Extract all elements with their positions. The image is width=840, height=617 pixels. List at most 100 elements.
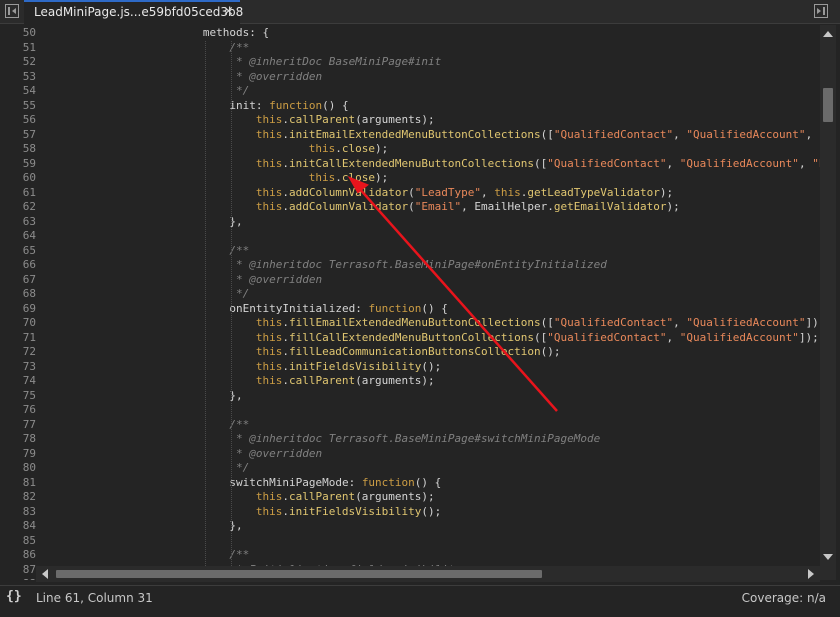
vertical-scrollbar[interactable]	[820, 25, 836, 580]
code-token: (	[408, 185, 415, 199]
line-number: 61	[22, 185, 36, 199]
code-line: * @overridden	[229, 273, 322, 288]
code-editor[interactable]: 50 51 52 53 54 55 56 57 58 59 60 61 62 63 64 65 66 67 68 69…	[0, 25, 820, 580]
line-number: 67	[22, 272, 36, 286]
code-token: function	[269, 98, 323, 112]
code-token: close	[341, 171, 376, 184]
code-token: this	[255, 127, 283, 141]
braces-icon[interactable]: {}	[6, 589, 22, 604]
line-number: 63	[22, 214, 36, 228]
line-number: 54	[22, 84, 36, 97]
line-number: 77	[22, 417, 36, 431]
code-token: .	[282, 185, 289, 199]
code-token: this	[255, 316, 283, 329]
code-token: * @overridden	[229, 272, 323, 286]
line-number: 62	[22, 200, 36, 213]
line-number: 60	[22, 171, 36, 184]
code-token: this	[255, 374, 283, 387]
line-number: 68	[22, 287, 36, 300]
code-token: ,	[805, 127, 819, 141]
code-token: * @inheritDoc BaseMiniPage#init	[229, 55, 442, 68]
code-token: addColumnValidator	[288, 200, 409, 213]
code-token: .	[282, 113, 289, 126]
code-token: this	[494, 185, 521, 199]
code-token: ,	[666, 330, 680, 344]
line-number: 59	[22, 156, 36, 170]
line-number: 53	[22, 69, 36, 83]
indent-guide	[231, 40, 233, 580]
code-line: switchMiniPageMode: function() {	[229, 476, 441, 491]
code-token: ,	[481, 185, 495, 199]
line-number: 78	[22, 432, 36, 445]
code-token: callParent	[288, 490, 356, 503]
line-number: 71	[22, 330, 36, 344]
horizontal-scroll-thumb[interactable]	[56, 570, 542, 578]
code-line: this.initEmailExtendedMenuButtonCollecti…	[256, 128, 820, 143]
code-token: .	[282, 200, 289, 213]
code-token: );	[375, 171, 389, 184]
scroll-down-icon[interactable]	[823, 554, 833, 560]
code-token: (arguments);	[355, 113, 435, 126]
code-line: this.close);	[309, 142, 389, 157]
code-token: callParent	[288, 113, 356, 126]
code-token: (	[408, 200, 415, 213]
line-number-gutter: 50 51 52 53 54 55 56 57 58 59 60 61 62 63 64 65 66 67 68 69…	[0, 25, 36, 580]
code-token: this	[308, 171, 336, 184]
code-token: (arguments);	[355, 490, 435, 503]
code-token: .	[282, 345, 289, 358]
line-number: 72	[22, 345, 36, 358]
line-number: 58	[22, 142, 36, 155]
code-token: fillLeadCommunicationButtonsCollection	[288, 345, 541, 358]
code-line: * @inheritDoc BaseMiniPage#init	[229, 55, 441, 70]
tab-bar: LeadMiniPage.js...e59bfd05ced3b8 ×	[0, 0, 840, 24]
line-number: 64	[22, 229, 36, 242]
line-number: 52	[22, 55, 36, 68]
code-token: ]);	[798, 330, 819, 344]
code-token: initEmailExtendedMenuButtonCollections	[288, 127, 541, 141]
code-token: ();	[421, 359, 442, 373]
code-token: this	[255, 156, 283, 170]
code-token: fillEmailExtendedMenuButtonCollections	[288, 316, 541, 329]
sidebar-left-toggle-icon[interactable]	[5, 4, 19, 18]
code-line: * @inheritdoc Terrasoft.BaseMiniPage#onE…	[229, 258, 607, 273]
tab-leadminipage[interactable]: LeadMiniPage.js...e59bfd05ced3b8 ×	[24, 0, 243, 24]
code-token: () {	[421, 301, 448, 315]
code-token: ,	[673, 127, 687, 141]
code-line: this.close);	[309, 171, 389, 186]
line-number: 80	[22, 461, 36, 474]
sidebar-right-toggle-icon[interactable]	[814, 4, 828, 18]
code-token: "QualifiedAccount"	[679, 156, 799, 170]
status-bar: {} Line 61, Column 31 Coverage: n/a	[0, 585, 840, 617]
code-token: .	[282, 156, 289, 170]
code-token: getLeadTypeValidator	[527, 185, 660, 199]
code-line: * @inheritdoc Terrasoft.BaseMiniPage#swi…	[229, 432, 600, 447]
code-token: , EmailHelper.	[461, 200, 554, 213]
code-token: .	[335, 142, 342, 155]
code-line: this.callParent(arguments);	[256, 113, 435, 128]
line-number: 84	[22, 519, 36, 532]
code-area[interactable]: methods: {/** * @inheritDoc BaseMiniPage…	[44, 25, 820, 580]
scroll-up-icon[interactable]	[823, 31, 833, 37]
line-number: 87	[22, 562, 36, 576]
code-token: this	[255, 330, 283, 344]
code-line: this.callParent(arguments);	[256, 490, 435, 505]
vertical-scroll-thumb[interactable]	[823, 88, 833, 122]
code-token: ,	[666, 156, 680, 170]
code-token: ([	[540, 127, 554, 141]
scroll-left-icon[interactable]	[42, 569, 48, 579]
code-token: () {	[414, 475, 442, 489]
line-number: 51	[22, 40, 36, 54]
code-token: ]);	[805, 316, 820, 329]
line-number: 73	[22, 359, 36, 373]
code-token: ([	[540, 316, 554, 329]
code-token: * @overridden	[229, 69, 323, 83]
code-token: ();	[421, 504, 442, 518]
close-icon[interactable]: ×	[223, 4, 234, 19]
code-token: .	[282, 359, 289, 373]
scroll-right-icon[interactable]	[808, 569, 814, 579]
code-token: function	[361, 475, 415, 489]
line-number: 69	[22, 301, 36, 315]
horizontal-scrollbar[interactable]	[36, 566, 820, 582]
code-token: switchMiniPageMode:	[229, 475, 362, 489]
code-line: this.initFieldsVisibility();	[256, 505, 441, 520]
